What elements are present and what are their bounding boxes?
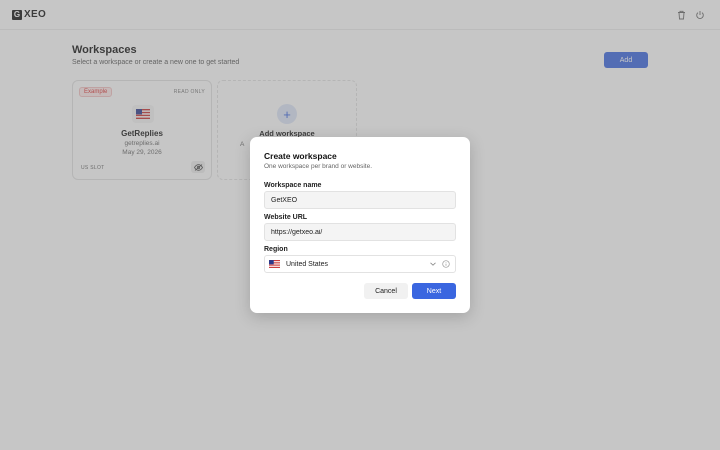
dialog-title: Create workspace <box>264 151 337 161</box>
us-flag-icon <box>269 260 280 268</box>
next-button[interactable]: Next <box>412 283 456 299</box>
website-url-label: Website URL <box>264 214 308 221</box>
region-label: Region <box>264 246 288 253</box>
cancel-button[interactable]: Cancel <box>364 283 408 299</box>
workspace-name-label: Workspace name <box>264 182 322 189</box>
dialog-subtitle: One workspace per brand or website. <box>264 163 373 170</box>
chevron-down-icon <box>428 259 438 269</box>
workspace-name-input[interactable] <box>264 191 456 209</box>
website-url-input[interactable] <box>264 223 456 241</box>
create-workspace-dialog: Create workspace One workspace per brand… <box>250 137 470 313</box>
region-select[interactable]: United States <box>264 255 456 273</box>
info-icon[interactable] <box>441 259 451 269</box>
region-value: United States <box>286 260 329 268</box>
